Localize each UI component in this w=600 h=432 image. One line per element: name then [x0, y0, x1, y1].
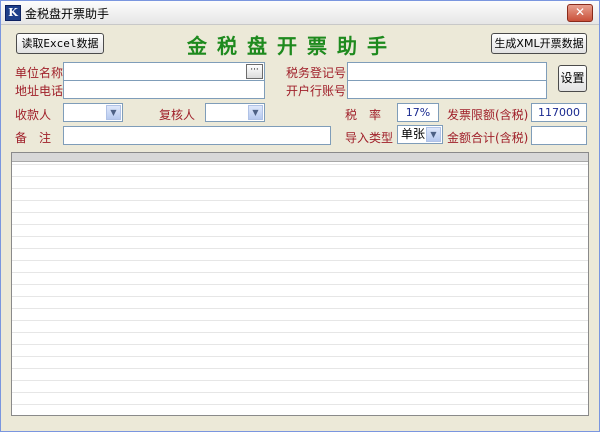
- close-button[interactable]: ✕: [567, 4, 593, 22]
- bank-account-label: 开户行账号: [286, 84, 347, 98]
- tax-reg-input[interactable]: [347, 62, 547, 81]
- reviewer-label: 复核人: [159, 108, 196, 122]
- address-phone-input[interactable]: [63, 80, 265, 99]
- remark-label: 备 注: [15, 131, 52, 145]
- unit-name-input[interactable]: ···: [63, 62, 265, 81]
- tax-reg-label: 税务登记号: [286, 66, 347, 80]
- window-title: 金税盘开票助手: [25, 7, 110, 21]
- chevron-down-icon[interactable]: ▼: [106, 105, 121, 120]
- bank-account-input[interactable]: [347, 80, 547, 99]
- browse-button[interactable]: ···: [246, 64, 263, 79]
- tax-rate-input[interactable]: 17%: [397, 103, 439, 122]
- tax-rate-label: 税 率: [345, 108, 382, 122]
- app-title: 金税盘开票助手: [187, 34, 397, 58]
- reviewer-select[interactable]: ▼: [205, 103, 265, 122]
- main-window: K 金税盘开票助手 ✕ 读取Excel数据 金税盘开票助手 生成XML开票数据 …: [0, 0, 600, 432]
- grid-header: [12, 153, 588, 162]
- data-grid[interactable]: [11, 152, 589, 416]
- title-bar: K 金税盘开票助手 ✕: [1, 1, 599, 25]
- unit-name-label: 单位名称: [15, 66, 64, 80]
- generate-xml-button[interactable]: 生成XML开票数据: [491, 33, 587, 54]
- amount-total-input[interactable]: [531, 126, 587, 145]
- invoice-limit-input[interactable]: 117000: [531, 103, 587, 122]
- chevron-down-icon[interactable]: ▼: [426, 127, 441, 142]
- read-excel-button[interactable]: 读取Excel数据: [16, 33, 104, 54]
- amount-total-label: 金额合计(含税): [447, 131, 529, 145]
- import-type-value: 单张: [401, 127, 426, 141]
- import-type-select[interactable]: 单张 ▼: [397, 125, 443, 144]
- address-phone-label: 地址电话: [15, 84, 64, 98]
- payee-label: 收款人: [15, 108, 52, 122]
- payee-select[interactable]: ▼: [63, 103, 123, 122]
- import-type-label: 导入类型: [345, 131, 394, 145]
- chevron-down-icon[interactable]: ▼: [248, 105, 263, 120]
- app-icon: K: [5, 5, 21, 21]
- remark-input[interactable]: [63, 126, 331, 145]
- settings-button[interactable]: 设置: [558, 65, 587, 92]
- invoice-limit-label: 发票限额(含税): [447, 108, 529, 122]
